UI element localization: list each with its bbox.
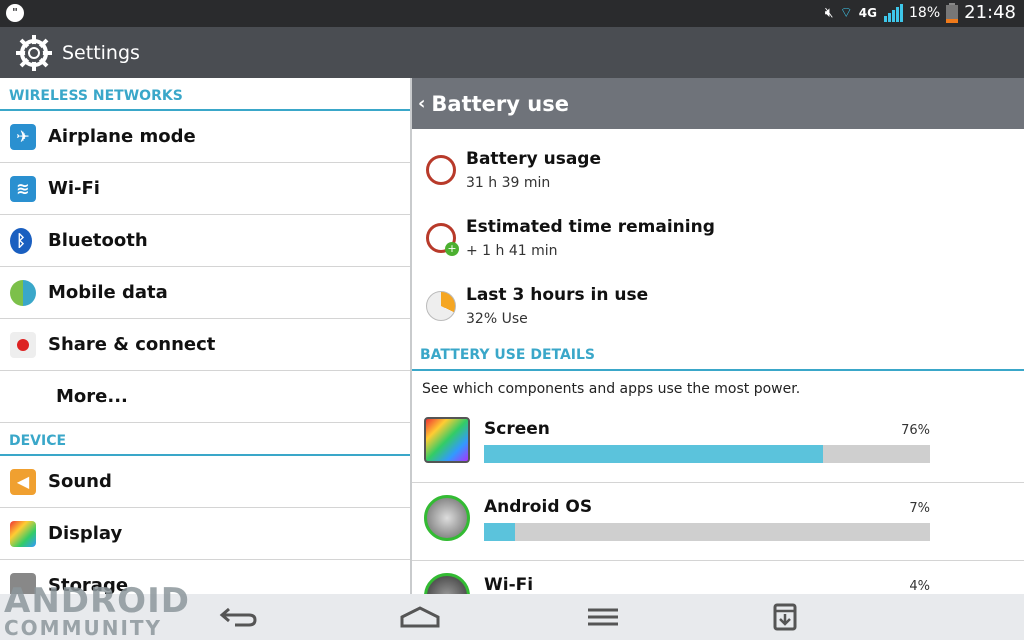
wifi-icon: ≋ <box>10 175 36 202</box>
item-label: Display <box>48 523 123 544</box>
watermark-logo: ANDROID COMMUNITY <box>4 581 190 640</box>
item-label: Wi-Fi <box>48 178 100 199</box>
action-bar: Settings <box>0 27 1024 78</box>
app-usage-item[interactable]: Wi-Fi 4% <box>412 561 1024 594</box>
clock-icon <box>426 155 456 185</box>
settings-item-more[interactable]: More... <box>0 371 410 423</box>
settings-item-wifi[interactable]: ≋ Wi-Fi <box>0 163 410 215</box>
battery-percent: 18% <box>909 4 941 21</box>
row-title: Battery usage <box>466 149 601 169</box>
row-subtitle: 32% Use <box>466 311 528 327</box>
hangouts-icon: " <box>6 4 24 22</box>
app-percent: 7% <box>909 501 930 516</box>
mobile-data-icon <box>10 279 36 306</box>
app-name: Wi-Fi <box>484 575 534 594</box>
app-percent: 76% <box>901 423 930 438</box>
wifi-icon: ⌔ <box>839 4 853 21</box>
app-name: Screen <box>484 419 550 439</box>
4g-icon: 4G <box>858 5 877 20</box>
app-name: Android OS <box>484 497 593 517</box>
home-icon <box>400 606 440 628</box>
item-label: Sound <box>48 471 112 492</box>
menu-button[interactable] <box>583 602 623 632</box>
battery-use-pane: ‹ Battery use Battery usage 31 h 39 min + E… <box>412 78 1024 594</box>
gear-icon[interactable] <box>14 33 54 73</box>
settings-list: WIRELESS NETWORKS ✈ Airplane mode ≋ Wi-Fi … <box>0 78 410 594</box>
screen-icon <box>424 417 470 463</box>
details-description: See which components and apps use the mo… <box>422 381 801 397</box>
app-usage-item[interactable]: Screen 76% <box>412 405 1024 483</box>
usage-bar <box>484 523 930 541</box>
item-label: Share & connect <box>48 334 216 355</box>
clock-plus-icon: + <box>426 223 459 256</box>
usage-bar <box>484 445 930 463</box>
share-icon <box>10 331 36 358</box>
row-title: Estimated time remaining <box>466 217 715 237</box>
usage-bar-fill <box>484 523 516 541</box>
menu-icon <box>588 608 618 626</box>
notes-button[interactable] <box>765 602 805 632</box>
pie-icon <box>426 291 456 321</box>
pane-header[interactable]: ‹ Battery use <box>412 78 1024 129</box>
settings-item-bluetooth[interactable]: ᛒ Bluetooth <box>0 215 410 267</box>
battery-usage-row[interactable]: Battery usage 31 h 39 min <box>412 129 1024 197</box>
bluetooth-icon: ᛒ <box>10 227 32 254</box>
section-header: BATTERY USE DETAILS <box>412 341 1024 371</box>
usage-bar-fill <box>484 445 823 463</box>
item-label: Bluetooth <box>48 230 148 251</box>
row-subtitle: 31 h 39 min <box>466 175 551 191</box>
app-usage-item[interactable]: Android OS 7% <box>412 483 1024 561</box>
section-header: WIRELESS NETWORKS <box>0 78 410 111</box>
app-percent: 4% <box>909 579 930 594</box>
item-label: Airplane mode <box>48 126 196 147</box>
back-icon <box>219 607 257 627</box>
quick-memo-icon <box>773 603 797 631</box>
mute-icon: 🔇︎ <box>824 4 834 21</box>
item-label: More... <box>56 386 128 407</box>
home-button[interactable] <box>400 602 440 632</box>
settings-item-airplane-mode[interactable]: ✈ Airplane mode <box>0 111 410 163</box>
settings-item-display[interactable]: Display <box>0 508 410 560</box>
battery-icon <box>946 2 959 23</box>
wifi-app-icon <box>424 573 470 594</box>
back-button[interactable] <box>218 602 258 632</box>
airplane-icon: ✈ <box>10 123 36 150</box>
signal-icon <box>884 3 903 22</box>
sound-icon: ◀ <box>10 468 36 495</box>
settings-item-mobile-data[interactable]: Mobile data <box>0 267 410 319</box>
item-label: Mobile data <box>48 282 168 303</box>
row-title: Last 3 hours in use <box>466 285 649 305</box>
last-3-hours-row[interactable]: Last 3 hours in use 32% Use <box>412 265 1024 333</box>
row-subtitle: + 1 h 41 min <box>466 243 558 259</box>
pane-title: Battery use <box>431 91 569 116</box>
settings-item-share-connect[interactable]: Share & connect <box>0 319 410 371</box>
android-os-icon <box>424 495 470 541</box>
display-icon <box>10 520 36 547</box>
clock: 21:48 <box>964 2 1016 23</box>
section-header: DEVICE <box>0 423 410 456</box>
estimated-time-row[interactable]: + Estimated time remaining + 1 h 41 min <box>412 197 1024 265</box>
settings-item-sound[interactable]: ◀ Sound <box>0 456 410 508</box>
status-bar: " 🔇︎ ⌔ 4G 18% 21:48 <box>0 0 1024 27</box>
back-chevron-icon[interactable]: ‹ <box>418 93 425 114</box>
app-title: Settings <box>62 41 140 64</box>
